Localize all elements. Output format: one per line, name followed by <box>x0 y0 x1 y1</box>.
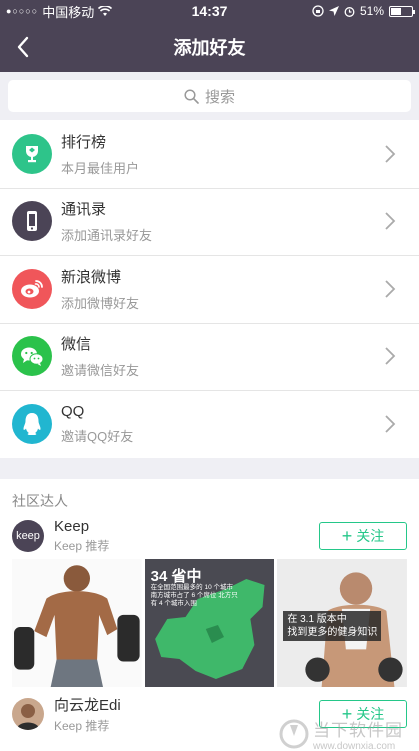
photo-map[interactable]: 34 省中 在全国范围最多的 10 个城市 南方城市占了 6 个席位 北方只有 … <box>144 558 275 687</box>
weibo-icon <box>12 268 52 309</box>
watermark-logo-icon <box>279 719 309 748</box>
back-chevron-icon[interactable] <box>12 35 36 59</box>
alarm-icon <box>344 6 355 17</box>
section-divider <box>0 457 419 479</box>
list-item-contacts[interactable]: 通讯录 添加通讯录好友 <box>0 187 419 256</box>
watermark-title: 当下软件园 <box>313 720 403 740</box>
wechat-icon <box>12 336 52 377</box>
item-subtitle: 本月最佳用户 <box>61 160 140 176</box>
user-row-keep[interactable]: keep Keep Keep 推荐 + 关注 <box>0 513 419 559</box>
search-placeholder: 搜索 <box>204 88 235 106</box>
chevron-right-icon <box>385 145 396 163</box>
item-title: 新浪微博 <box>61 268 122 286</box>
map-title: 34 省中 <box>150 567 202 585</box>
user-name: Keep <box>54 517 90 535</box>
chevron-right-icon <box>385 212 396 230</box>
list-item-wechat[interactable]: 微信 邀请微信好友 <box>0 322 419 391</box>
watermark-url: www.downxia.com <box>313 740 396 751</box>
item-subtitle: 添加通讯录好友 <box>61 228 153 244</box>
item-subtitle: 添加微博好友 <box>61 295 140 311</box>
item-title: 排行榜 <box>61 133 107 151</box>
location-icon <box>328 6 339 16</box>
chevron-right-icon <box>385 347 396 365</box>
map-description: 在全国范围最多的 10 个城市 南方城市占了 6 个席位 北方只有 4 个城市入… <box>150 583 238 607</box>
search-container: 搜索 <box>0 72 419 120</box>
photo-athlete[interactable] <box>12 558 142 687</box>
phone-icon <box>12 201 52 242</box>
caption-line: 找到更多的健身知识 <box>287 626 378 638</box>
keep-logo: keep <box>16 529 40 542</box>
list-item-qq[interactable]: QQ 邀请QQ好友 <box>0 390 419 458</box>
chevron-right-icon <box>385 280 396 298</box>
watermark: 当下软件园 www.downxia.com <box>279 716 403 751</box>
page-title: 添加好友 <box>173 38 246 58</box>
caption-line: 在 3.1 版本中 <box>287 613 347 625</box>
nav-bar: 添加好友 <box>0 22 419 72</box>
add-friend-list: 排行榜 本月最佳用户 通讯录 添加通讯录好友 新浪微博 添加微博好友 微信 邀请… <box>0 120 419 458</box>
avatar <box>12 697 44 730</box>
photo-tip[interactable]: 在 3.1 版本中 找到更多的健身知识 <box>277 558 408 687</box>
chevron-right-icon <box>385 415 396 433</box>
battery-percent: 51% <box>359 4 384 18</box>
user-name: 向云龙Edi <box>54 696 121 714</box>
avatar: keep <box>12 519 44 552</box>
list-item-weibo[interactable]: 新浪微博 添加微博好友 <box>0 255 419 323</box>
tip-caption: 在 3.1 版本中 找到更多的健身知识 <box>283 610 382 641</box>
list-item-leaderboard[interactable]: 排行榜 本月最佳用户 <box>0 120 419 188</box>
section-title: 社区达人 <box>12 492 68 509</box>
signal-icon: ●○○○○ <box>6 6 39 16</box>
trophy-icon <box>12 133 52 174</box>
photo-strip: 34 省中 在全国范围最多的 10 个城市 南方城市占了 6 个席位 北方只有 … <box>0 558 419 687</box>
follow-button[interactable]: + 关注 <box>319 521 407 550</box>
carrier-label: 中国移动 <box>42 4 95 20</box>
community-section: 社区达人 keep Keep Keep 推荐 + 关注 34 省中 在全国范围最… <box>0 478 419 751</box>
item-subtitle: 邀请QQ好友 <box>61 428 134 444</box>
qq-icon <box>12 403 52 444</box>
item-subtitle: 邀请微信好友 <box>61 363 140 379</box>
battery-icon <box>389 5 415 17</box>
item-title: 通讯录 <box>61 201 107 219</box>
wifi-icon <box>98 5 113 16</box>
follow-label: 关注 <box>356 527 385 544</box>
user-tag: Keep 推荐 <box>54 538 110 553</box>
status-bar: ●○○○○ 中国移动 14:37 51% <box>0 0 419 22</box>
search-input[interactable]: 搜索 <box>8 80 411 112</box>
item-title: 微信 <box>61 336 92 354</box>
plus-icon: + <box>341 525 353 546</box>
top-bar: ●○○○○ 中国移动 14:37 51% 添加好友 <box>0 0 419 72</box>
rotation-lock-icon <box>312 5 324 17</box>
search-icon <box>184 88 199 104</box>
item-title: QQ <box>61 402 85 420</box>
